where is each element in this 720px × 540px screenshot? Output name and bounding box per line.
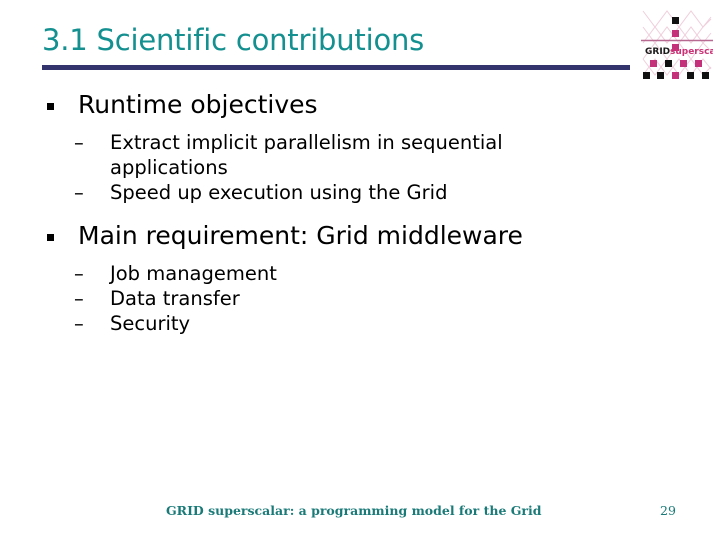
grid-superscalar-logo: GRID superscalar — [641, 7, 713, 81]
dash-bullet-icon: – — [74, 287, 84, 310]
footer-text: GRID superscalar: a programming model fo… — [166, 503, 542, 518]
title-divider — [42, 65, 630, 70]
bullet-level1: Runtime objectives — [0, 88, 660, 122]
svg-text:GRID: GRID — [645, 47, 670, 57]
bullet-text: Runtime objectives — [78, 90, 318, 119]
slide-body: Runtime objectives – Extract implicit pa… — [0, 88, 660, 336]
square-bullet-icon — [47, 88, 54, 122]
bullet-level2: – Extract implicit parallelism in sequen… — [0, 130, 660, 180]
page-number: 29 — [660, 503, 676, 518]
dash-bullet-icon: – — [74, 181, 84, 204]
bullet-level1: Main requirement: Grid middleware — [0, 219, 660, 253]
bullet-text: Speed up execution using the Grid — [110, 181, 448, 204]
square-bullet-icon — [47, 219, 54, 253]
bullet-level2: – Data transfer — [0, 286, 660, 311]
dash-bullet-icon: – — [74, 131, 84, 154]
dash-bullet-icon: – — [74, 262, 84, 285]
bullet-text: Extract implicit parallelism in sequenti… — [110, 131, 503, 179]
svg-text:superscalar: superscalar — [670, 47, 713, 57]
slide: 3.1 Scientific contributions GRID supers… — [0, 0, 720, 540]
bullet-text: Job management — [110, 262, 277, 285]
bullet-text: Main requirement: Grid middleware — [78, 221, 523, 250]
page-title: 3.1 Scientific contributions — [42, 23, 425, 57]
bullet-level2: – Speed up execution using the Grid — [0, 180, 660, 205]
bullet-level2: – Security — [0, 311, 660, 336]
dash-bullet-icon: – — [74, 312, 84, 335]
bullet-level2: – Job management — [0, 261, 660, 286]
bullet-text: Data transfer — [110, 287, 240, 310]
bullet-text: Security — [110, 312, 191, 335]
